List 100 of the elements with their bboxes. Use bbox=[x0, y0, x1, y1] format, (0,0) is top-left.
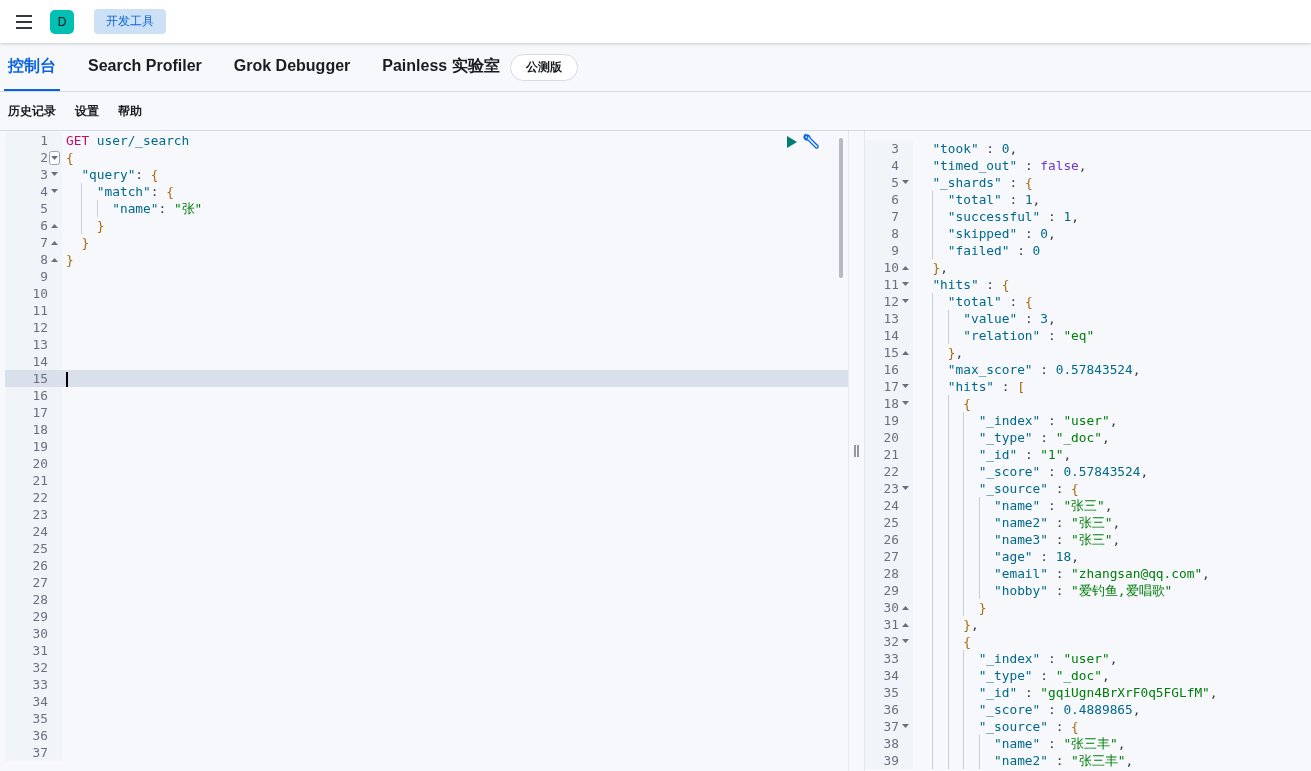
line-number: 19 bbox=[883, 412, 899, 429]
line-number: 12 bbox=[883, 293, 899, 310]
code-line: "name" : "张三丰", bbox=[993, 736, 1126, 751]
line-number: 16 bbox=[883, 361, 899, 378]
space-avatar[interactable]: D bbox=[50, 9, 74, 34]
line-number: 8 bbox=[891, 225, 899, 242]
fold-icon[interactable] bbox=[901, 622, 909, 627]
fold-icon[interactable] bbox=[50, 172, 58, 177]
line-number: 26 bbox=[883, 531, 899, 548]
code-line: "hits" : [ bbox=[946, 379, 1025, 394]
tab[interactable]: Painless 实验室 bbox=[378, 43, 504, 91]
code-line: { bbox=[66, 150, 74, 165]
line-number: 24 bbox=[883, 497, 899, 514]
code-line: "_index" : "user", bbox=[977, 651, 1118, 666]
code-line: "_shards" : { bbox=[931, 175, 1033, 190]
play-icon[interactable] bbox=[786, 135, 798, 149]
line-number: 9 bbox=[891, 242, 899, 259]
code-line: "successful" : 1, bbox=[946, 209, 1079, 224]
code-line: "total" : 1, bbox=[946, 192, 1041, 207]
line-number: 9 bbox=[40, 268, 48, 285]
line-number: 32 bbox=[32, 659, 48, 676]
fold-icon[interactable] bbox=[901, 401, 909, 406]
line-number: 18 bbox=[883, 395, 899, 412]
fold-icon[interactable] bbox=[50, 189, 58, 194]
code-line: "value" : 3, bbox=[962, 311, 1056, 326]
toolbar-link[interactable]: 帮助 bbox=[118, 102, 142, 120]
code-line: }, bbox=[946, 345, 964, 360]
line-number: 33 bbox=[32, 676, 48, 693]
fold-icon[interactable] bbox=[901, 265, 909, 270]
line-number: 34 bbox=[32, 693, 48, 710]
line-number: 12 bbox=[32, 319, 48, 336]
line-number: 14 bbox=[883, 327, 899, 344]
line-number: 28 bbox=[883, 565, 899, 582]
line-number: 35 bbox=[883, 684, 899, 701]
code-line: "_index" : "user", bbox=[977, 413, 1118, 428]
code-line: "_source" : { bbox=[977, 481, 1079, 496]
code-line: "skipped" : 0, bbox=[946, 226, 1056, 241]
line-number: 31 bbox=[32, 642, 48, 659]
line-number: 11 bbox=[883, 276, 899, 293]
line-number: 22 bbox=[883, 463, 899, 480]
fold-icon[interactable] bbox=[901, 299, 909, 304]
line-number: 16 bbox=[32, 387, 48, 404]
line-number: 39 bbox=[883, 752, 899, 769]
line-number: 6 bbox=[40, 217, 48, 234]
code-line: "name2" : "张三丰", bbox=[993, 753, 1134, 768]
fold-icon[interactable] bbox=[901, 724, 909, 729]
line-number: 37 bbox=[32, 744, 48, 761]
tab[interactable]: Search Profiler bbox=[84, 43, 206, 91]
breadcrumb[interactable]: 开发工具 bbox=[94, 9, 166, 34]
code-line: "total" : { bbox=[946, 294, 1033, 309]
beta-badge: 公测版 bbox=[509, 53, 578, 81]
fold-icon[interactable] bbox=[901, 605, 909, 610]
fold-icon[interactable] bbox=[901, 384, 909, 389]
toolbar-link[interactable]: 历史记录 bbox=[8, 102, 56, 120]
code-line: } bbox=[66, 252, 74, 267]
code-line: "_id" : "gqiUgn4BrXrF0q5FGLfM", bbox=[977, 685, 1218, 700]
code-line: GET user/_search bbox=[66, 133, 190, 148]
line-number: 13 bbox=[32, 336, 48, 353]
fold-icon[interactable] bbox=[48, 150, 60, 165]
code-line: } bbox=[977, 600, 987, 615]
line-number: 27 bbox=[883, 548, 899, 565]
line-number: 2 bbox=[40, 149, 48, 166]
line-number: 19 bbox=[32, 438, 48, 455]
line-number: 22 bbox=[32, 489, 48, 506]
line-number: 30 bbox=[32, 625, 48, 642]
code-line: "hobby" : "爱钓鱼,爱唱歌" bbox=[993, 583, 1173, 598]
fold-icon[interactable] bbox=[50, 223, 58, 228]
line-number: 13 bbox=[883, 310, 899, 327]
line-number: 20 bbox=[32, 455, 48, 472]
line-number: 38 bbox=[883, 735, 899, 752]
tab[interactable]: Grok Debugger bbox=[229, 43, 355, 91]
fold-icon[interactable] bbox=[901, 180, 909, 185]
line-number: 21 bbox=[32, 472, 48, 489]
code-line: "match": { bbox=[95, 184, 174, 199]
line-number: 25 bbox=[883, 514, 899, 531]
line-number: 35 bbox=[32, 710, 48, 727]
line-number: 33 bbox=[883, 650, 899, 667]
code-line: "relation" : "eq" bbox=[962, 328, 1095, 343]
fold-icon[interactable] bbox=[901, 350, 909, 355]
line-number: 24 bbox=[32, 523, 48, 540]
line-number: 8 bbox=[40, 251, 48, 268]
line-number: 27 bbox=[32, 574, 48, 591]
code-line: "query": { bbox=[80, 167, 159, 182]
resize-handle[interactable] bbox=[848, 131, 865, 771]
line-number: 10 bbox=[32, 285, 48, 302]
text-cursor bbox=[66, 372, 68, 387]
wrench-icon[interactable] bbox=[802, 133, 820, 151]
fold-icon[interactable] bbox=[50, 240, 58, 245]
fold-icon[interactable] bbox=[901, 486, 909, 491]
scrollbar-thumb[interactable] bbox=[839, 138, 843, 278]
line-number: 36 bbox=[32, 727, 48, 744]
code-line: "name": "张" bbox=[111, 201, 203, 216]
fold-icon[interactable] bbox=[901, 639, 909, 644]
code-line: "hits" : { bbox=[931, 277, 1010, 292]
code-line: } bbox=[95, 218, 105, 233]
toolbar-link[interactable]: 设置 bbox=[75, 102, 99, 120]
fold-icon[interactable] bbox=[901, 282, 909, 287]
code-line: { bbox=[962, 396, 971, 411]
fold-icon[interactable] bbox=[50, 257, 58, 262]
line-number: 23 bbox=[32, 506, 48, 523]
